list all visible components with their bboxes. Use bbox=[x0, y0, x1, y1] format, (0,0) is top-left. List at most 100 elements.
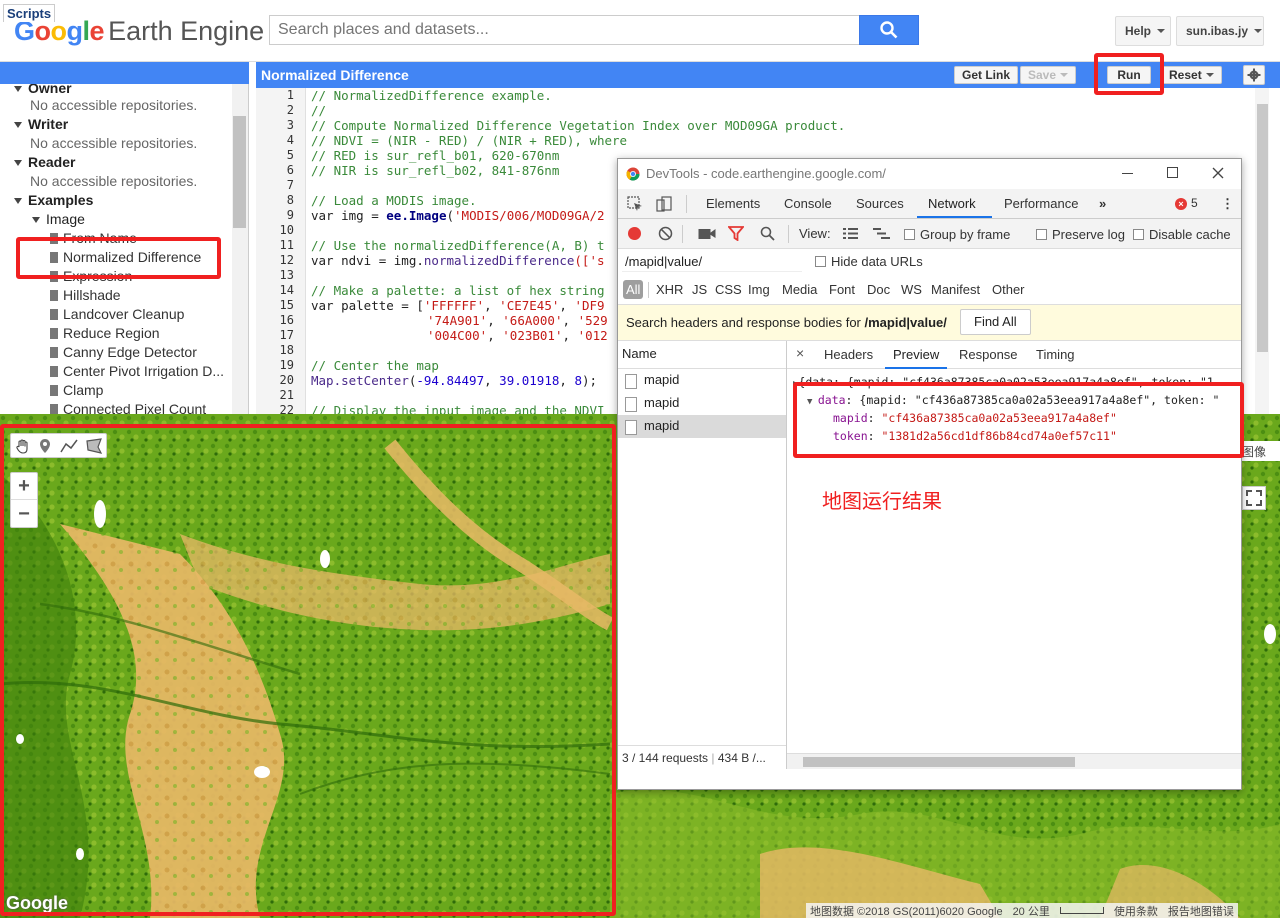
tree-header-reader[interactable]: Reader bbox=[14, 153, 75, 172]
tree-label: Reduce Region bbox=[63, 325, 160, 341]
inspect-element-icon[interactable] bbox=[627, 196, 643, 212]
clear-icon[interactable] bbox=[658, 226, 673, 241]
code-token: 'DF9 bbox=[574, 298, 605, 313]
terms-link[interactable]: 使用条款 bbox=[1114, 903, 1158, 918]
type-filter-other[interactable]: Other bbox=[992, 282, 1025, 297]
scroll-thumb[interactable] bbox=[803, 757, 1075, 767]
type-filter-manifest[interactable]: Manifest bbox=[931, 282, 980, 297]
get-link-button[interactable]: Get Link bbox=[954, 66, 1019, 84]
tree-folder-image[interactable]: Image bbox=[32, 210, 85, 229]
tab-preview[interactable]: Preview bbox=[893, 347, 939, 362]
tree-file[interactable]: Clamp bbox=[50, 381, 103, 400]
find-all-button[interactable]: Find All bbox=[960, 309, 1031, 335]
request-row-selected[interactable]: mapid bbox=[618, 415, 786, 438]
reset-button[interactable]: Reset bbox=[1161, 66, 1222, 84]
detail-tabs: × Headers Preview Response Timing bbox=[787, 341, 1241, 369]
type-filter-xhr[interactable]: XHR bbox=[656, 282, 683, 297]
tree-file[interactable]: Canny Edge Detector bbox=[50, 343, 197, 362]
close-detail-icon[interactable]: × bbox=[796, 345, 804, 361]
tree-label: Canny Edge Detector bbox=[63, 344, 197, 360]
tab-headers[interactable]: Headers bbox=[824, 347, 873, 362]
code-token: 'FFFFFF' bbox=[423, 298, 485, 313]
tree-file[interactable]: Hillshade bbox=[50, 286, 121, 305]
find-prefix: Search headers and response bodies for bbox=[626, 315, 865, 330]
help-button[interactable]: Help bbox=[1115, 16, 1171, 46]
list-view-icon[interactable] bbox=[843, 227, 858, 240]
record-icon[interactable] bbox=[628, 227, 641, 240]
group-by-frame-checkbox[interactable]: Group by frame bbox=[904, 227, 1010, 242]
close-icon[interactable] bbox=[1212, 167, 1224, 179]
name-column-header[interactable]: Name bbox=[618, 341, 786, 369]
file-icon bbox=[50, 290, 58, 301]
tab-assets[interactable]: Assets bbox=[104, 4, 153, 22]
tab-timing[interactable]: Timing bbox=[1036, 347, 1075, 362]
tree-file[interactable]: Center Pivot Irrigation D... bbox=[50, 362, 224, 381]
search-button[interactable] bbox=[859, 15, 919, 45]
tree-file[interactable]: Landcover Cleanup bbox=[50, 305, 184, 324]
horizontal-scrollbar[interactable] bbox=[787, 753, 1241, 769]
more-tabs-icon[interactable]: » bbox=[1099, 196, 1106, 211]
editor-scroll-thumb[interactable] bbox=[1257, 104, 1268, 352]
scale-label: 20 公里 bbox=[1012, 905, 1050, 918]
fullscreen-button[interactable] bbox=[1242, 486, 1266, 510]
tab-performance[interactable]: Performance bbox=[1004, 196, 1078, 211]
request-row[interactable]: mapid bbox=[618, 369, 786, 392]
user-menu-button[interactable]: sun.ibas.jy bbox=[1176, 16, 1264, 46]
type-filter-css[interactable]: CSS bbox=[715, 282, 742, 297]
filter-icon[interactable] bbox=[728, 226, 744, 241]
tab-scripts[interactable]: Scripts bbox=[3, 4, 56, 22]
maximize-icon[interactable] bbox=[1167, 167, 1178, 178]
tree-header-examples[interactable]: Examples bbox=[14, 191, 93, 210]
tree-label: Image bbox=[46, 211, 85, 227]
tab-sources[interactable]: Sources bbox=[856, 196, 904, 211]
code-token: 8 bbox=[574, 373, 582, 388]
type-filter-all[interactable]: All bbox=[623, 280, 644, 299]
filter-input[interactable]: /mapid|value/ bbox=[622, 252, 802, 272]
save-button[interactable]: Save bbox=[1020, 66, 1077, 84]
disable-cache-checkbox[interactable]: Disable cache bbox=[1133, 227, 1231, 242]
search-input[interactable] bbox=[269, 15, 860, 45]
waterfall-view-icon[interactable] bbox=[873, 227, 890, 240]
tree-file[interactable]: Connected Pixel Count bbox=[50, 400, 206, 414]
left-panel-scroll-thumb[interactable] bbox=[233, 116, 246, 228]
tree-label: Hillshade bbox=[63, 287, 121, 303]
tab-response[interactable]: Response bbox=[959, 347, 1018, 362]
resource-type-filters: All XHR JS CSS Img Media Font Doc WS Man… bbox=[618, 275, 1241, 305]
tree-header-writer[interactable]: Writer bbox=[14, 115, 68, 134]
tree-file[interactable]: Reduce Region bbox=[50, 324, 160, 343]
minimize-icon[interactable] bbox=[1122, 173, 1133, 174]
type-filter-doc[interactable]: Doc bbox=[867, 282, 890, 297]
map-type-button[interactable]: 图像 bbox=[1238, 441, 1280, 461]
settings-button[interactable] bbox=[1243, 65, 1265, 85]
camera-icon[interactable] bbox=[698, 227, 716, 240]
request-count-status: 3 / 144 requests | 434 B /... bbox=[618, 745, 786, 769]
code-token: , bbox=[487, 328, 503, 343]
devtools-panel-tabs: Elements Console Sources Network Perform… bbox=[618, 189, 1241, 219]
code-token: setCenter bbox=[341, 373, 409, 388]
code-line: // bbox=[311, 103, 327, 118]
tab-console[interactable]: Console bbox=[784, 196, 832, 211]
hide-data-urls-checkbox[interactable]: Hide data URLs bbox=[815, 254, 923, 269]
type-filter-media[interactable]: Media bbox=[782, 282, 817, 297]
code-token: '529 bbox=[577, 313, 608, 328]
preserve-log-checkbox[interactable]: Preserve log bbox=[1036, 227, 1125, 242]
device-toolbar-icon[interactable] bbox=[656, 196, 672, 212]
type-filter-font[interactable]: Font bbox=[829, 282, 855, 297]
code-line: '74A901', '66A000', '529 bbox=[427, 313, 608, 328]
request-name: mapid bbox=[644, 395, 680, 410]
divider bbox=[648, 282, 649, 298]
tab-network[interactable]: Network bbox=[928, 196, 976, 211]
checkbox-box bbox=[1133, 229, 1144, 240]
type-filter-js[interactable]: JS bbox=[692, 282, 707, 297]
chevron-down-icon bbox=[1205, 73, 1214, 77]
kebab-menu-icon[interactable]: ⋮ bbox=[1221, 196, 1234, 212]
devtools-titlebar: DevTools - code.earthengine.google.com/ bbox=[618, 159, 1241, 189]
request-row[interactable]: mapid bbox=[618, 392, 786, 415]
search-icon[interactable] bbox=[760, 226, 775, 241]
type-filter-img[interactable]: Img bbox=[748, 282, 770, 297]
type-filter-ws[interactable]: WS bbox=[901, 282, 922, 297]
report-error-link[interactable]: 报告地图错误 bbox=[1168, 903, 1234, 918]
error-icon[interactable]: × bbox=[1175, 198, 1187, 210]
tab-docs[interactable]: Docs bbox=[60, 4, 98, 22]
tab-elements[interactable]: Elements bbox=[706, 196, 760, 211]
